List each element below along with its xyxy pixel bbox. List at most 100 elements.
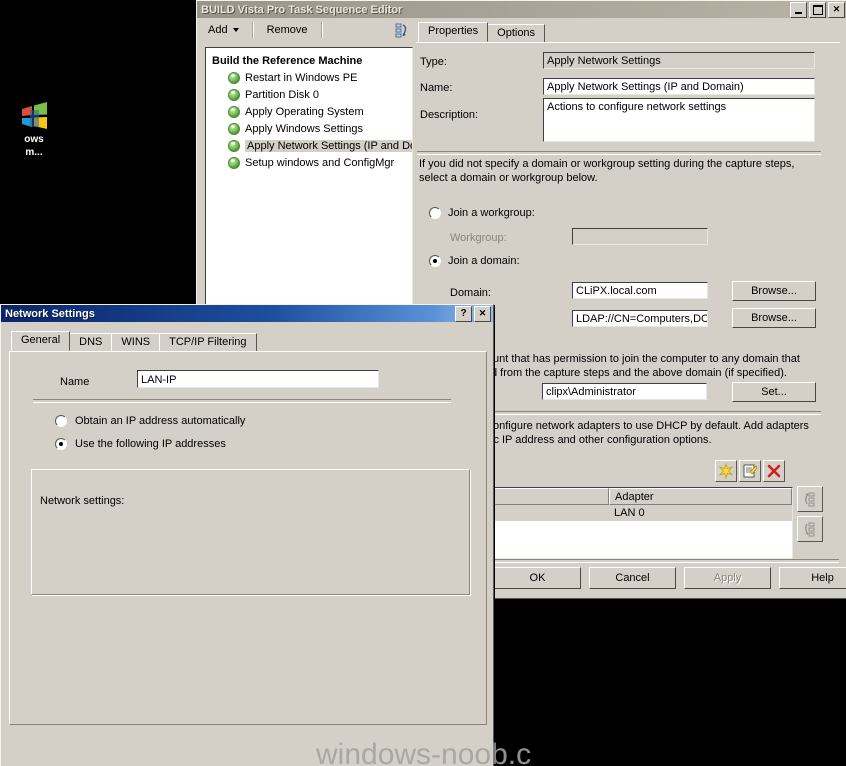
ns-tabstrip: General DNS WINS TCP/IP Filtering — [9, 331, 485, 352]
ns-name-input[interactable]: LAN-IP — [137, 370, 379, 388]
workgroup-input — [572, 228, 708, 245]
chevron-down-icon — [232, 28, 239, 33]
tree-root-item[interactable]: Build the Reference Machine — [206, 52, 412, 69]
move-down-icon[interactable] — [797, 516, 823, 542]
account-input[interactable]: clipx\Administrator — [542, 383, 707, 400]
desktop-icon-label-line1: ows — [24, 134, 44, 145]
ns-window-buttons: ? ✕ — [455, 305, 491, 322]
join-domain-label: Join a domain: — [448, 255, 520, 267]
close-icon[interactable]: ✕ — [828, 1, 845, 18]
tab-general[interactable]: General — [11, 331, 71, 351]
cancel-button[interactable]: Cancel — [589, 567, 676, 589]
join-domain-radio[interactable]: Join a domain: — [429, 255, 520, 267]
adapter-list-header: Adapter — [494, 488, 792, 505]
step-ok-icon — [228, 105, 240, 118]
domain-browse-button[interactable]: Browse... — [732, 281, 816, 301]
tse-tabstrip: Properties Options — [416, 22, 840, 43]
tree-item-label: Restart in Windows PE — [245, 71, 358, 84]
help-icon[interactable]: ? — [455, 305, 472, 322]
table-row[interactable]: LAN 0 — [494, 505, 792, 521]
account-set-button[interactable]: Set... — [732, 382, 816, 402]
adapter-col-0[interactable] — [494, 488, 609, 505]
tab-properties[interactable]: Properties — [418, 22, 489, 42]
tab-dns-label: DNS — [79, 336, 103, 348]
apply-button[interactable]: Apply — [684, 567, 771, 589]
ns-title: Network Settings — [5, 307, 95, 320]
tree-item-restart-in-windows-pe[interactable]: Restart in Windows PE — [206, 69, 412, 86]
tab-general-label: General — [21, 334, 61, 346]
tab-options-label: Options — [497, 27, 536, 39]
tse-title: BUILD Vista Pro Task Sequence Editor — [201, 3, 403, 16]
ou-browse-button[interactable]: Browse... — [732, 308, 816, 328]
radio-indicator — [429, 255, 441, 267]
ns-name-label: Name — [60, 376, 90, 388]
name-label: Name: — [420, 82, 453, 94]
step-ok-icon — [228, 88, 240, 101]
tse-button-row: OK Cancel Apply Help — [494, 567, 846, 589]
tab-wins[interactable]: WINS — [111, 333, 161, 351]
add-button-label: Add — [208, 24, 228, 36]
name-input[interactable]: Apply Network Settings (IP and Domain) — [543, 78, 815, 95]
add-button[interactable]: Add — [201, 22, 246, 38]
close-icon[interactable]: ✕ — [474, 305, 491, 322]
radio-obtain-ip-label: Obtain an IP address automatically — [75, 415, 246, 427]
description-label: Description: — [420, 109, 479, 121]
account-hint-line2: d from the capture steps and the above d… — [491, 367, 787, 379]
tree-item-label: Apply Operating System — [245, 105, 364, 118]
divider-2 — [493, 411, 821, 415]
remove-button[interactable]: Remove — [260, 22, 315, 38]
description-input[interactable]: Actions to configure network settings — [543, 98, 815, 142]
ns-titlebar[interactable]: Network Settings ? ✕ — [1, 305, 493, 322]
tree-item-partition-disk-0[interactable]: Partition Disk 0 — [206, 86, 412, 103]
toolbar-separator-1 — [251, 22, 254, 38]
move-up-icon[interactable] — [797, 486, 823, 512]
tab-tcpip-filtering-label: TCP/IP Filtering — [169, 336, 247, 348]
delete-x-icon[interactable] — [763, 460, 785, 482]
help-button[interactable]: Help — [779, 567, 846, 589]
ou-input[interactable]: LDAP://CN=Computers,DC — [572, 310, 708, 327]
indent-icon[interactable] — [391, 20, 413, 40]
properties-icon[interactable] — [739, 460, 761, 482]
new-star-icon[interactable] — [715, 460, 737, 482]
tab-dns[interactable]: DNS — [69, 333, 113, 351]
ok-button[interactable]: OK — [494, 567, 581, 589]
divider-1 — [417, 151, 821, 155]
tse-window-buttons: ✕ — [790, 1, 845, 18]
adapter-hint-line1: onfigure network adapters to use DHCP by… — [493, 420, 809, 432]
task-sequence-tree[interactable]: Build the Reference Machine Restart in W… — [205, 47, 413, 305]
step-ok-icon — [228, 71, 240, 84]
tree-item-label: Apply Network Settings (IP and Do — [245, 139, 412, 152]
remove-button-label: Remove — [266, 24, 308, 36]
network-settings-group — [31, 469, 471, 596]
radio-indicator — [55, 415, 67, 427]
tab-tcpip-filtering[interactable]: TCP/IP Filtering — [159, 333, 257, 351]
adapter-list[interactable]: Adapter LAN 0 — [493, 487, 793, 559]
desktop-icon[interactable]: ows m... — [6, 100, 62, 158]
tree-item-apply-operating-system[interactable]: Apply Operating System — [206, 103, 412, 120]
tree-item-setup-windows-and-configmgr[interactable]: Setup windows and ConfigMgr — [206, 154, 412, 171]
join-workgroup-radio[interactable]: Join a workgroup: — [429, 207, 535, 219]
radio-obtain-ip-automatically[interactable]: Obtain an IP address automatically — [55, 415, 245, 427]
adapter-hint-line2: ic IP address and other configuration op… — [491, 434, 712, 446]
tab-options[interactable]: Options — [487, 24, 546, 42]
tree-item-apply-network-settings[interactable]: Apply Network Settings (IP and Do — [206, 137, 412, 154]
type-value: Apply Network Settings — [543, 52, 815, 69]
minimize-icon[interactable] — [790, 1, 807, 18]
step-ok-icon — [228, 122, 240, 135]
network-settings-window: Network Settings ? ✕ General DNS WINS TC… — [0, 304, 494, 766]
type-label: Type: — [420, 56, 447, 68]
windows-icon — [18, 100, 50, 132]
tab-wins-label: WINS — [121, 336, 151, 348]
maximize-icon[interactable] — [809, 1, 826, 18]
tree-item-label: Partition Disk 0 — [245, 88, 319, 101]
tse-titlebar[interactable]: BUILD Vista Pro Task Sequence Editor ✕ — [197, 1, 846, 18]
domain-input[interactable]: CLiPX.local.com — [572, 282, 708, 299]
radio-use-following-ip[interactable]: Use the following IP addresses — [55, 438, 226, 450]
toolbar-separator-2 — [320, 22, 323, 38]
step-ok-icon — [228, 139, 240, 152]
adapter-cell-1: LAN 0 — [614, 507, 645, 519]
join-workgroup-label: Join a workgroup: — [448, 207, 535, 219]
tab-properties-label: Properties — [428, 25, 479, 37]
tree-item-apply-windows-settings[interactable]: Apply Windows Settings — [206, 120, 412, 137]
adapter-col-1[interactable]: Adapter — [609, 488, 792, 505]
